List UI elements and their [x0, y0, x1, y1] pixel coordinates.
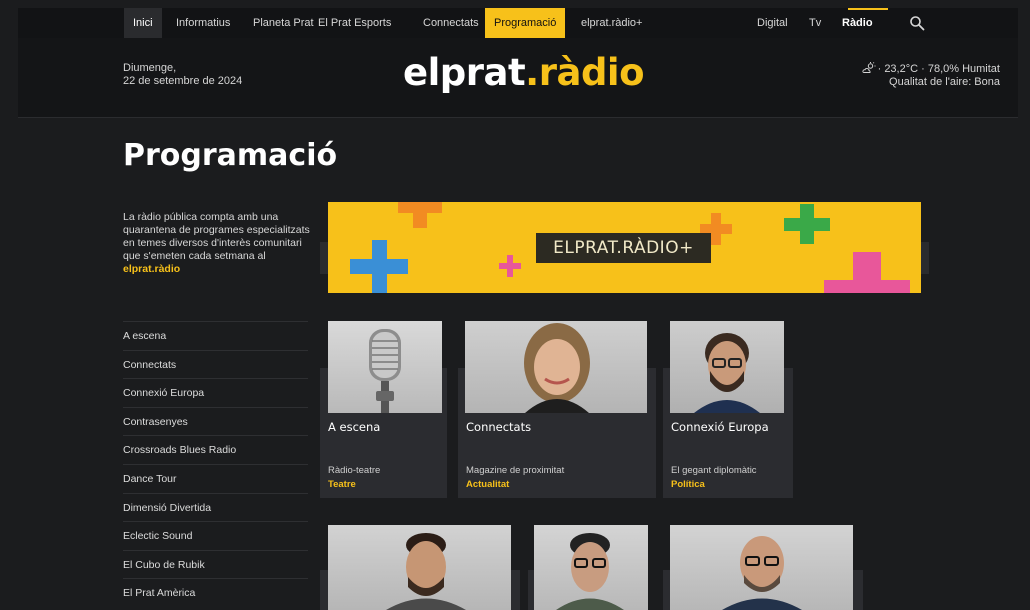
program-image: [328, 525, 511, 610]
program-card[interactable]: [320, 525, 520, 610]
program-list-item[interactable]: Crossroads Blues Radio: [123, 435, 308, 464]
program-list-item[interactable]: Dimensió Divertida: [123, 492, 308, 522]
nav-item-connectats[interactable]: Connectats: [414, 8, 488, 38]
weather-widget: · 23,2°C · 78,0% Humitat Qualitat de l'a…: [862, 62, 1000, 89]
program-list-item[interactable]: El Prat Amèrica: [123, 578, 308, 607]
main-content: Programació La ràdio pública compta amb …: [18, 118, 1018, 610]
nav-item-tv[interactable]: Tv: [800, 8, 830, 38]
program-list-item[interactable]: Eclectic Sound: [123, 521, 308, 550]
banner-label: ELPRAT.RÀDIO+: [536, 233, 711, 263]
man-glasses-portrait-icon: [694, 333, 760, 413]
program-card[interactable]: [663, 525, 863, 610]
site-logo[interactable]: elprat.ràdio: [403, 51, 645, 94]
date-full: 22 de setembre de 2024: [123, 75, 243, 87]
program-category[interactable]: Actualitat: [466, 479, 509, 490]
program-list-item[interactable]: A escena: [123, 321, 308, 350]
man-glasses-portrait-icon: [556, 533, 624, 610]
program-list-item[interactable]: Contrasenyes: [123, 406, 308, 436]
program-subtitle: El gegant diplomàtic: [671, 465, 757, 476]
program-list-item[interactable]: El Cubo de Rubik: [123, 549, 308, 579]
intro-body: La ràdio pública compta amb una quarante…: [123, 211, 310, 262]
intro-brand[interactable]: elprat.ràdio: [123, 263, 180, 275]
man-portrait-icon: [386, 533, 466, 610]
weather-reading: · 23,2°C · 78,0% Humitat: [877, 63, 1000, 75]
nav-item-programacio[interactable]: Programació: [485, 8, 566, 38]
page-title: Programació: [123, 138, 338, 173]
program-list-item[interactable]: Connexió Europa: [123, 378, 308, 407]
program-card[interactable]: [528, 525, 648, 610]
date-day: Diumenge,: [123, 62, 177, 74]
nav-item-el-prat-esports[interactable]: El Prat Esports: [309, 8, 400, 38]
program-list: A escena Connectats Connexió Europa Cont…: [123, 321, 308, 607]
program-category[interactable]: Teatre: [328, 479, 356, 490]
logo-main: elprat: [403, 51, 526, 94]
partly-cloudy-icon: [862, 62, 876, 73]
program-card-connexio-europa[interactable]: Connexió Europa El gegant diplomàtic Pol…: [663, 321, 793, 498]
program-subtitle: Ràdio-teatre: [328, 465, 381, 476]
program-image: [328, 321, 442, 413]
program-image: [534, 525, 648, 610]
program-title: Connexió Europa: [671, 420, 769, 434]
nav-item-informatius[interactable]: Informatius: [167, 8, 239, 38]
program-card-a-escena[interactable]: A escena Ràdio-teatre Teatre: [320, 321, 447, 498]
nav-item-radio[interactable]: Ràdio: [833, 8, 882, 38]
top-navigation: Inici Informatius Planeta Prat El Prat E…: [18, 8, 1018, 38]
elprat-radio-plus-banner[interactable]: ELPRAT.RÀDIO+: [328, 202, 921, 293]
nav-item-digital[interactable]: Digital: [748, 8, 797, 38]
program-image: [670, 525, 853, 610]
search-icon[interactable]: [909, 15, 925, 31]
site-header: Diumenge, 22 de setembre de 2024 elprat.…: [18, 38, 1018, 118]
program-image: [465, 321, 647, 413]
bald-man-portrait-icon: [722, 536, 802, 610]
program-image: [670, 321, 784, 413]
program-category[interactable]: Política: [671, 479, 705, 490]
program-card-connectats[interactable]: Connectats Magazine de proximitat Actual…: [458, 321, 656, 498]
program-title: A escena: [328, 420, 381, 434]
logo-dot: .: [525, 51, 539, 94]
microphone-icon: [369, 329, 401, 413]
woman-portrait-icon: [524, 323, 590, 413]
current-date: Diumenge, 22 de setembre de 2024: [123, 62, 242, 88]
program-list-item[interactable]: Dance Tour: [123, 463, 308, 493]
intro-text: La ràdio pública compta amb una quarante…: [123, 211, 318, 276]
program-title: Connectats: [466, 420, 532, 434]
air-quality: Qualitat de l'aire: Bona: [889, 76, 1000, 88]
program-list-item[interactable]: Connectats: [123, 349, 308, 379]
logo-accent: ràdio: [538, 51, 645, 94]
program-subtitle: Magazine de proximitat: [466, 465, 565, 476]
nav-item-elprat-radio-plus[interactable]: elprat.ràdio+: [572, 8, 651, 38]
nav-item-inici[interactable]: Inici: [124, 8, 162, 38]
